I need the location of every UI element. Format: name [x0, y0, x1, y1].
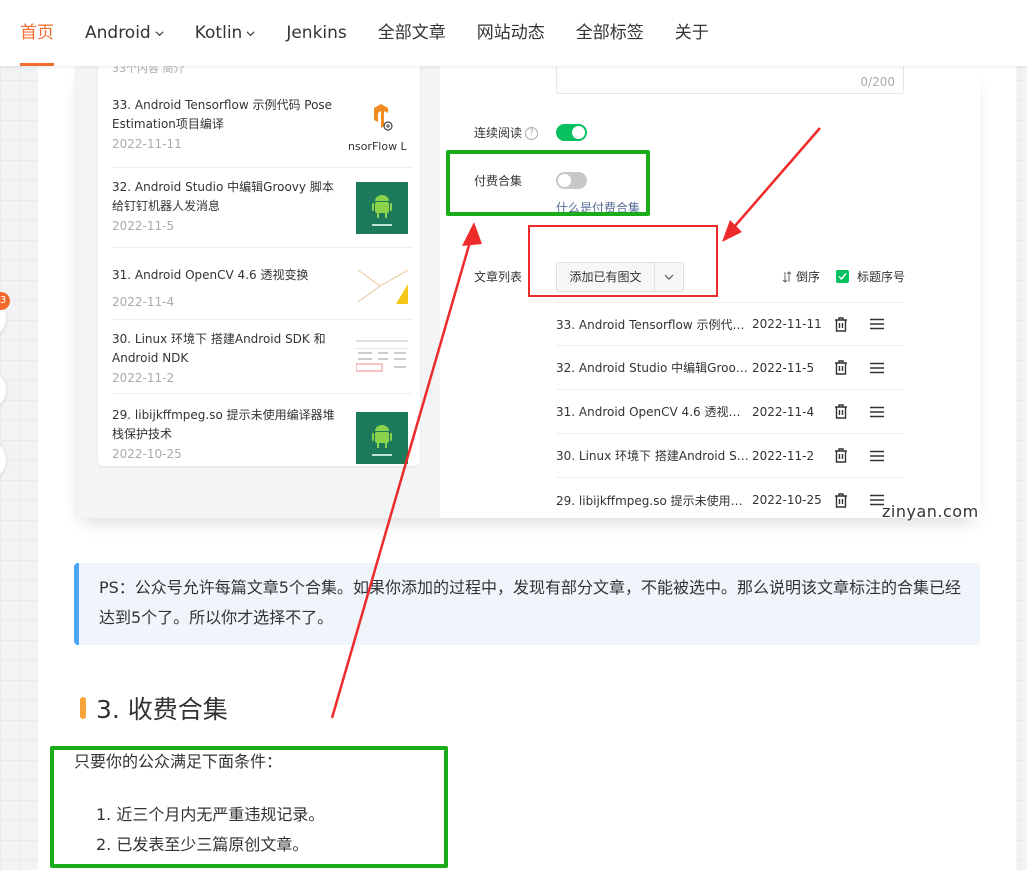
tensorflow-logo-icon [374, 104, 393, 131]
article-row-title: 29. libijkffmpeg.so 提示未使用编... [556, 493, 752, 508]
list-item-title: 32. Android Studio 中编辑Groovy 脚本 给钉钉机器人发消… [112, 180, 334, 213]
article-row[interactable]: 33. Android Tensorflow 示例代码... 2022-11-1… [556, 302, 904, 346]
nav-item-label: 首页 [20, 23, 54, 43]
drag-handle-icon[interactable] [864, 450, 890, 462]
article-row-date: 2022-11-4 [752, 404, 815, 419]
table-screenshot-icon [355, 340, 408, 372]
article-row-date: 2022-11-2 [752, 448, 815, 463]
article-list-label: 文章列表 [474, 270, 523, 284]
watermark: zinyan.com [882, 502, 979, 521]
tensorflow-thumbnail: nsorFlow L [348, 102, 408, 154]
trash-icon[interactable] [828, 492, 854, 508]
android-thumbnail [356, 412, 408, 464]
article-row[interactable]: 32. Android Studio 中编辑Groovy ... 2022-11… [556, 346, 904, 390]
nav-item-label: Kotlin [194, 23, 243, 43]
drag-handle-icon[interactable] [864, 406, 890, 418]
list-item-title: 30. Linux 环境下 搭建Android SDK 和 Android ND… [112, 332, 326, 365]
android-thumbnail [356, 182, 408, 234]
annotation-green-box [50, 746, 448, 868]
check-icon [838, 273, 847, 281]
article-row-title: 30. Linux 环境下 搭建Android SDK... [556, 449, 752, 463]
list-item-title: 33. Android Tensorflow 示例代码 Pose Estimat… [112, 98, 333, 131]
nav-item-label: 关于 [674, 23, 709, 43]
article-row-date: 2022-11-11 [752, 317, 822, 331]
article-row[interactable]: 31. Android OpenCV 4.6 透视变换 2022-11-4 [556, 390, 904, 434]
nav-item-jenkins[interactable]: Jenkins [286, 0, 346, 66]
reverse-order-label[interactable]: 倒序 [796, 268, 820, 285]
section-heading-text: 3. 收费合集 [96, 695, 228, 724]
annotation-green-box [446, 150, 650, 216]
trash-icon[interactable] [828, 360, 854, 375]
drag-handle-icon[interactable] [864, 362, 890, 374]
intro-textarea[interactable]: 0/200 [556, 66, 904, 94]
heading-marker [80, 697, 86, 719]
wechat-screenshot: 33个内容 简介 33. Android Tensorflow 示例代码 Pos… [74, 66, 980, 518]
nav-item-site-news[interactable]: 网站动态 [477, 0, 545, 66]
list-item[interactable]: 33. Android Tensorflow 示例代码 Pose Estimat… [112, 96, 412, 168]
sort-icon[interactable] [782, 270, 792, 283]
notification-badge: 3 [0, 292, 10, 310]
section-heading: 3. 收费合集 [80, 690, 228, 726]
nav-item-all-tags[interactable]: 全部标签 [576, 0, 644, 66]
table-thumbnail [355, 338, 408, 390]
android-logo-icon [372, 195, 392, 226]
collection-article-list: 33个内容 简介 33. Android Tensorflow 示例代码 Pos… [98, 66, 420, 466]
perspective-thumbnail [356, 260, 409, 312]
trash-icon[interactable] [828, 316, 854, 332]
nav-item-label: 网站动态 [476, 23, 545, 43]
continuous-read-text: 连续阅读 [474, 126, 523, 140]
char-counter: 0/200 [860, 75, 895, 89]
nav-item-label: Jenkins [286, 23, 347, 43]
nav-item-all-articles[interactable]: 全部文章 [378, 0, 446, 66]
trash-icon[interactable] [828, 448, 854, 463]
list-item[interactable]: 30. Linux 环境下 搭建Android SDK 和 Android ND… [112, 322, 412, 394]
chevron-down-icon [155, 30, 164, 36]
list-item[interactable]: 31. Android OpenCV 4.6 透视变换 2022-11-4 [112, 250, 412, 320]
trash-icon[interactable] [828, 404, 854, 419]
list-item[interactable]: 32. Android Studio 中编辑Groovy 脚本 给钉钉机器人发消… [112, 170, 412, 248]
serial-number-label: 标题序号 [857, 270, 906, 284]
continuous-read-toggle[interactable] [556, 124, 587, 141]
nav-item-label: 全部文章 [377, 23, 446, 43]
thumbnail-caption: nsorFlow L [348, 140, 407, 153]
chevron-down-icon [246, 30, 255, 36]
annotation-red-box [528, 225, 718, 297]
nav-item-android[interactable]: Android [85, 0, 164, 66]
continuous-read-label: 连续阅读? [474, 124, 539, 141]
ps-note: PS：公众号允许每篇文章5个合集。如果你添加的过程中，发现有部分文章，不能被选中… [74, 563, 980, 645]
nav-item-label: Android [85, 23, 151, 43]
nav-item-label: 全部标签 [575, 23, 644, 43]
help-icon[interactable]: ? [525, 127, 539, 140]
sort-controls: 倒序 标题序号 [782, 268, 905, 285]
article-row[interactable]: 30. Linux 环境下 搭建Android SDK... 2022-11-2 [556, 434, 904, 478]
article-row-date: 2022-11-5 [752, 360, 815, 375]
list-header-cut: 33个内容 简介 [112, 66, 185, 75]
top-nav: 首页 Android Kotlin Jenkins 全部文章 网站动态 全部标签… [0, 0, 1027, 66]
article-row-date: 2022-10-25 [752, 493, 822, 507]
list-item[interactable]: 29. libijkffmpeg.so 提示未使用编译器堆栈保护技术 2022-… [112, 396, 412, 466]
article-body: 33个内容 简介 33. Android Tensorflow 示例代码 Pos… [38, 66, 1016, 870]
list-item-title: 31. Android OpenCV 4.6 透视变换 [112, 268, 309, 282]
android-logo-icon [372, 425, 392, 456]
side-float-button[interactable] [0, 440, 6, 480]
drag-handle-icon[interactable] [864, 318, 890, 330]
article-row[interactable]: 29. libijkffmpeg.so 提示未使用编... 2022-10-25 [556, 478, 904, 522]
article-row-title: 32. Android Studio 中编辑Groovy ... [556, 361, 752, 375]
article-row-title: 33. Android Tensorflow 示例代码... [556, 317, 752, 332]
nav-item-kotlin[interactable]: Kotlin [195, 0, 256, 66]
nav-item-home[interactable]: 首页 [20, 0, 54, 66]
list-item-title: 29. libijkffmpeg.so 提示未使用编译器堆栈保护技术 [112, 408, 335, 441]
side-float-button[interactable] [0, 370, 6, 410]
serial-number-checkbox[interactable] [836, 270, 850, 283]
nav-item-about[interactable]: 关于 [675, 0, 709, 66]
article-row-title: 31. Android OpenCV 4.6 透视变换 [556, 405, 752, 419]
geometry-diagram-icon [357, 269, 409, 304]
